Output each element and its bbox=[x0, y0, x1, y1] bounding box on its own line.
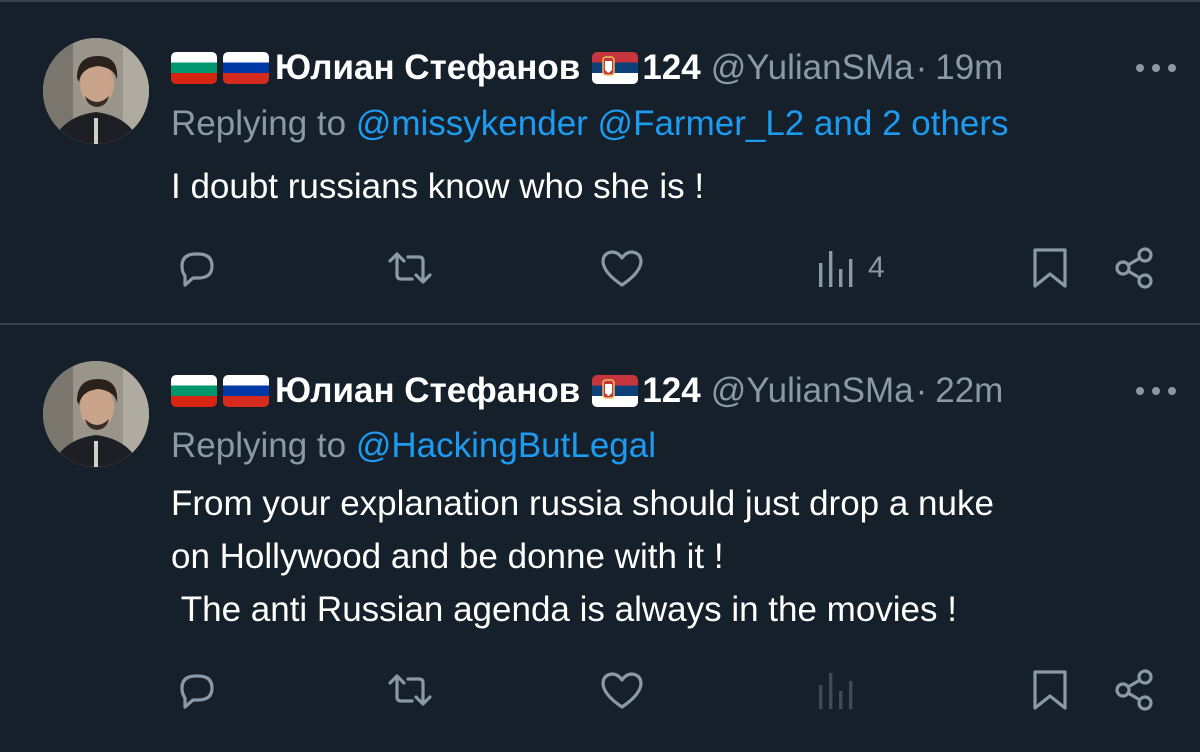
more-icon[interactable] bbox=[1131, 373, 1181, 409]
views-icon bbox=[819, 673, 853, 709]
replying-to: Replying to @missykender @Farmer_L2 and … bbox=[171, 104, 1009, 144]
action-bar: 4 bbox=[0, 243, 1200, 293]
timeline: Юлиан Стефанов 124 @YulianSMa · 19m Repl… bbox=[0, 0, 1200, 752]
reply-mentions[interactable]: @missykender @Farmer_L2 and 2 others bbox=[356, 104, 1009, 143]
views-icon bbox=[819, 251, 853, 287]
retweet-icon[interactable] bbox=[384, 243, 436, 293]
avatar[interactable] bbox=[43, 38, 149, 144]
tweet-time[interactable]: 19m bbox=[935, 48, 1003, 88]
share-icon[interactable] bbox=[1111, 665, 1157, 715]
russia-flag-icon bbox=[223, 375, 269, 407]
reply-icon[interactable] bbox=[174, 665, 220, 715]
reply-icon[interactable] bbox=[174, 243, 220, 293]
action-bar bbox=[0, 665, 1200, 715]
russia-flag-icon bbox=[223, 52, 269, 84]
serbia-flag-icon bbox=[592, 52, 639, 84]
author-name[interactable]: Юлиан Стефанов bbox=[275, 48, 580, 88]
author-name[interactable]: Юлиан Стефанов bbox=[275, 371, 580, 411]
bulgaria-flag-icon bbox=[171, 375, 217, 407]
name-badge-number: 124 bbox=[642, 371, 701, 410]
bookmark-icon[interactable] bbox=[1030, 243, 1070, 293]
author-handle[interactable]: @YulianSMa bbox=[711, 48, 914, 88]
views-button[interactable] bbox=[816, 665, 868, 715]
tweet[interactable]: Юлиан Стефанов 124 @YulianSMa · 19m Repl… bbox=[0, 0, 1200, 323]
name-badge-number: 124 bbox=[642, 48, 701, 87]
retweet-icon[interactable] bbox=[384, 665, 436, 715]
like-icon[interactable] bbox=[598, 243, 646, 293]
serbia-flag-icon bbox=[592, 375, 639, 407]
bulgaria-flag-icon bbox=[171, 52, 217, 84]
separator-dot: · bbox=[915, 48, 928, 87]
replying-to-label: Replying to bbox=[171, 426, 347, 465]
share-icon[interactable] bbox=[1111, 243, 1157, 293]
tweet-text: From your explanation russia should just… bbox=[171, 484, 994, 629]
replying-to: Replying to @HackingButLegal bbox=[171, 426, 656, 466]
tweet[interactable]: Юлиан Стефанов 124 @YulianSMa · 22m Repl… bbox=[0, 323, 1200, 752]
views-count: 4 bbox=[868, 251, 885, 284]
avatar[interactable] bbox=[43, 361, 149, 467]
tweet-header: Юлиан Стефанов 124 @YulianSMa · 19m bbox=[171, 46, 1181, 90]
tweet-header: Юлиан Стефанов 124 @YulianSMa · 22m bbox=[171, 369, 1181, 413]
bookmark-icon[interactable] bbox=[1030, 665, 1070, 715]
more-icon[interactable] bbox=[1131, 50, 1181, 86]
tweet-time[interactable]: 22m bbox=[935, 371, 1003, 411]
separator-dot: · bbox=[915, 371, 928, 410]
replying-to-label: Replying to bbox=[171, 104, 347, 143]
tweet-text: I doubt russians know who she is ! bbox=[171, 167, 705, 206]
like-icon[interactable] bbox=[598, 665, 646, 715]
reply-mentions[interactable]: @HackingButLegal bbox=[356, 426, 656, 465]
views-button[interactable]: 4 bbox=[816, 243, 885, 293]
author-handle[interactable]: @YulianSMa bbox=[711, 371, 914, 411]
